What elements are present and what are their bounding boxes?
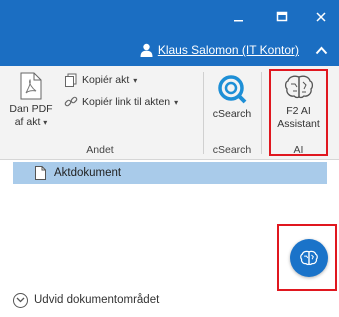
document-list-item[interactable]: Aktdokument (13, 162, 327, 184)
chevron-down-circle-icon (13, 292, 28, 308)
group-label-csearch: cSearch (212, 144, 252, 156)
maximize-button[interactable] (268, 6, 296, 28)
title-bar: Klaus Salomon (IT Kontor) (0, 0, 339, 66)
collapse-ribbon-button[interactable] (311, 40, 331, 60)
link-icon (64, 96, 78, 107)
document-name: Aktdokument (54, 167, 122, 179)
kopier-link-label: Kopiér link til akten (82, 96, 171, 108)
caret-down-icon: ▾ (43, 118, 48, 127)
copy-icon (65, 73, 77, 87)
kopier-akt-label: Kopiér akt (82, 74, 130, 86)
minimize-button[interactable] (225, 6, 253, 28)
caret-down-icon: ▾ (174, 97, 179, 107)
csearch-label: cSearch (212, 108, 252, 120)
csearch-icon (218, 75, 247, 104)
dan-pdf-label-1: Dan PDF (9, 103, 53, 115)
dan-pdf-label-2: af akt ▾ (14, 116, 48, 128)
kopier-akt-button[interactable]: Kopiér akt ▾ (64, 73, 137, 87)
caret-down-icon: ▾ (133, 75, 138, 85)
minimize-icon (234, 20, 243, 22)
maximize-icon (276, 11, 288, 22)
group-separator (261, 72, 262, 154)
user-name: Klaus Salomon (IT Kontor) (157, 43, 299, 57)
highlight-box-fab (277, 224, 337, 291)
group-label-andet: Andet (86, 144, 114, 156)
pdf-file-icon (20, 72, 42, 100)
close-icon (316, 12, 326, 22)
csearch-button[interactable]: cSearch (208, 74, 256, 121)
chevron-up-icon (315, 46, 327, 54)
expand-label: Udvid dokumentområdet (34, 294, 160, 306)
user-account-link[interactable]: Klaus Salomon (IT Kontor) (140, 40, 299, 60)
user-icon (140, 43, 153, 57)
group-separator (203, 72, 204, 154)
dan-pdf-button[interactable]: Dan PDF af akt ▾ (6, 72, 56, 129)
document-icon (35, 166, 46, 180)
kopier-link-button[interactable]: Kopiér link til akten ▾ (64, 95, 178, 109)
expand-document-area-button[interactable]: Udvid dokumentområdet (13, 290, 159, 310)
highlight-box-ai-button (269, 69, 328, 156)
close-button[interactable] (307, 6, 335, 28)
